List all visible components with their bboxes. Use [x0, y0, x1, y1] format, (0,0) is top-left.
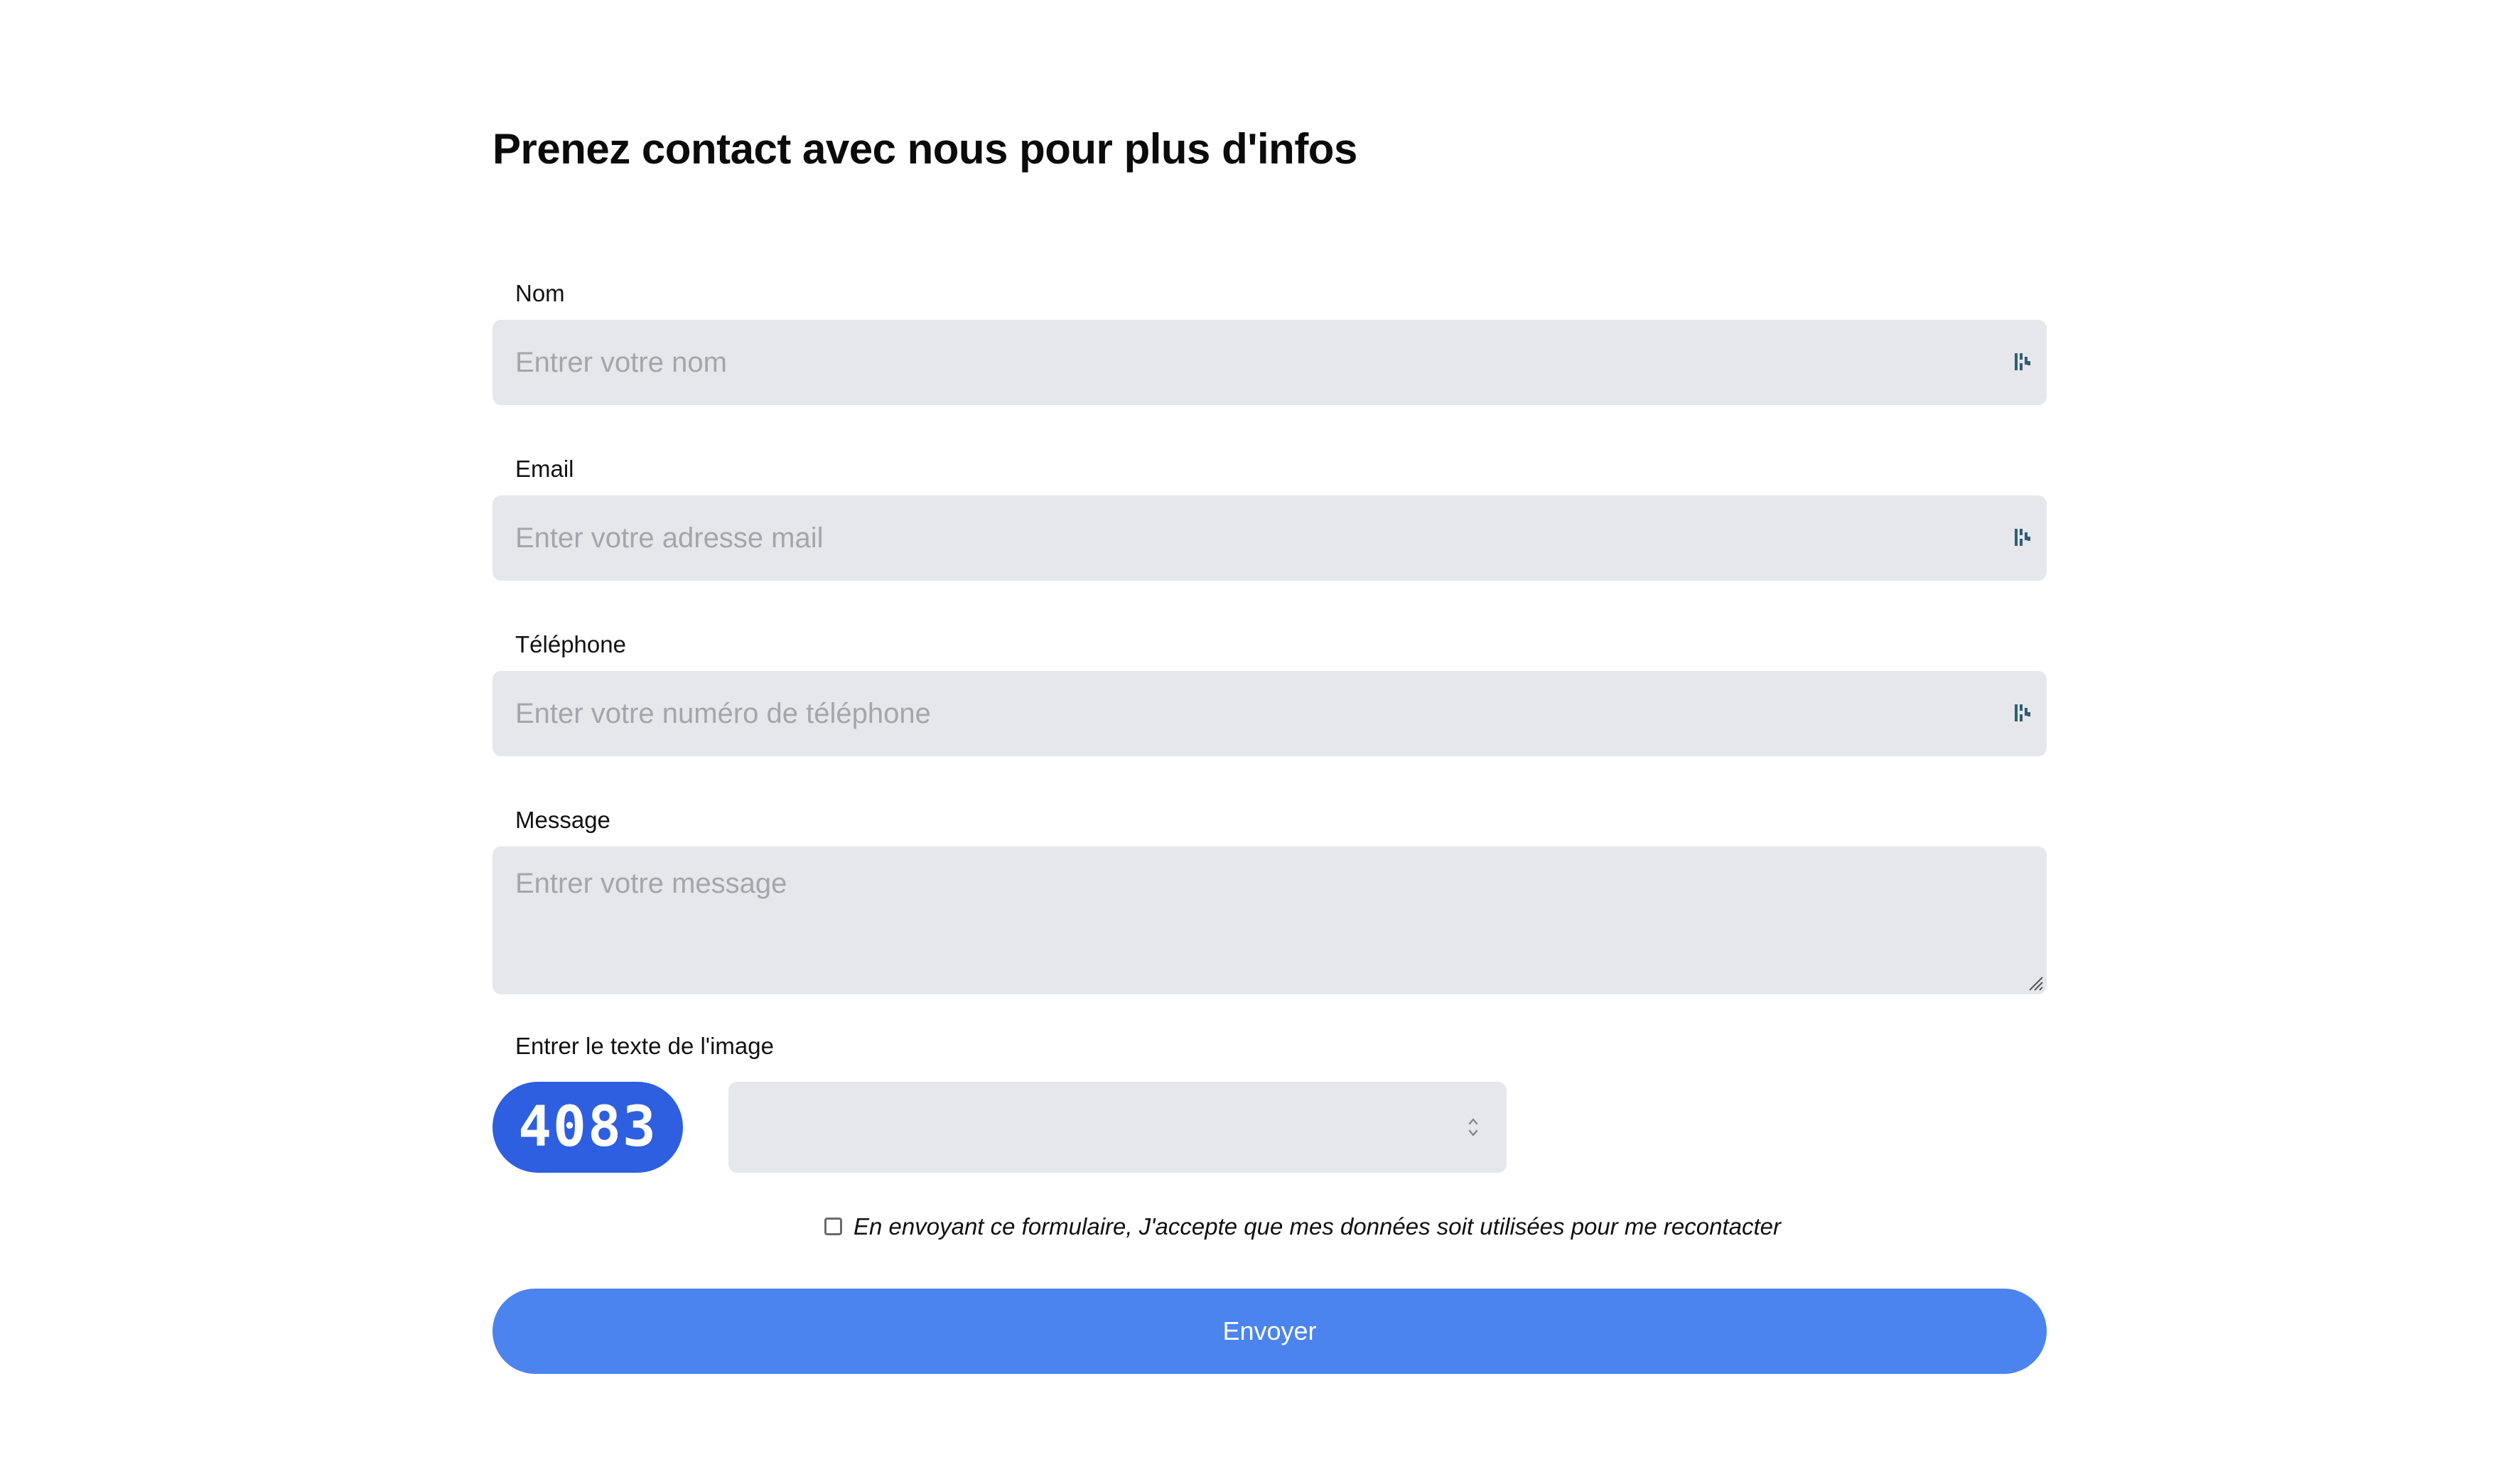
keyboard-autofill-icon[interactable]: [2014, 351, 2031, 372]
captcha-input[interactable]: [728, 1082, 1507, 1173]
contact-page: Prenez contact avec nous pour plus d'inf…: [0, 0, 2520, 1467]
captcha-image-text: 4083: [518, 1095, 657, 1159]
page-title: Prenez contact avec nous pour plus d'inf…: [492, 125, 1357, 173]
phone-input[interactable]: [492, 671, 2047, 756]
message-field-container: [492, 847, 2047, 994]
email-label: Email: [515, 456, 574, 482]
keyboard-autofill-icon[interactable]: [2014, 702, 2031, 724]
captcha-image: 4083: [492, 1082, 683, 1173]
keyboard-autofill-icon[interactable]: [2014, 527, 2031, 548]
phone-label: Téléphone: [515, 631, 626, 657]
resize-grip-icon[interactable]: [2025, 973, 2044, 992]
email-input[interactable]: [492, 495, 2047, 581]
message-label: Message: [515, 807, 610, 833]
phone-field-container: [492, 671, 2047, 756]
name-field-container: [492, 320, 2047, 405]
submit-button[interactable]: Envoyer: [492, 1289, 2047, 1374]
message-textarea[interactable]: [492, 847, 2047, 994]
consent-text: En envoyant ce formulaire, J'accepte que…: [854, 1213, 1781, 1240]
captcha-field-container: [728, 1082, 1507, 1173]
email-field-container: [492, 495, 2047, 581]
name-input[interactable]: [492, 320, 2047, 405]
spinner-arrows-icon[interactable]: [1467, 1114, 1480, 1140]
consent-checkbox[interactable]: [824, 1218, 842, 1235]
captcha-label: Entrer le texte de l'image: [515, 1033, 774, 1059]
name-label: Nom: [515, 280, 565, 306]
